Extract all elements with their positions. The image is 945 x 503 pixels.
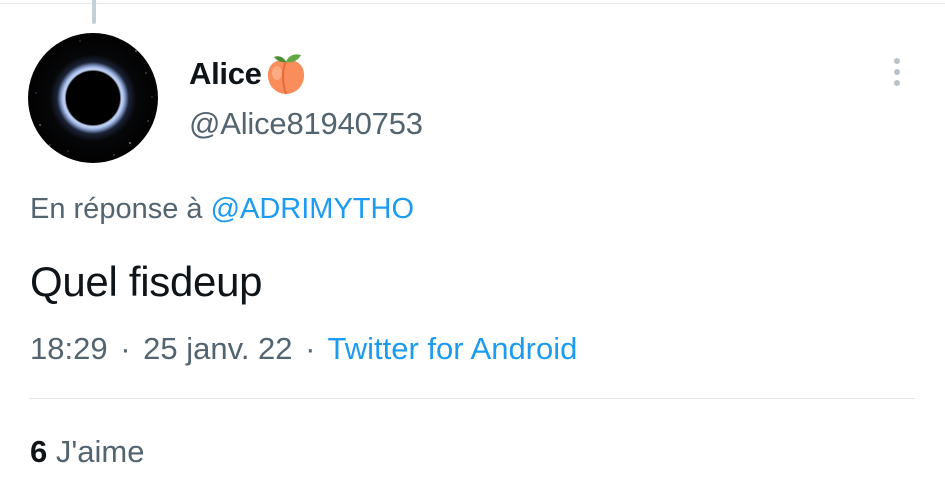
stats-divider [30,398,915,399]
top-divider [0,3,945,4]
likes-stat[interactable]: 6 J'aime [30,434,145,470]
avatar-black-hole-image [28,33,158,163]
separator-dot: · [120,331,131,366]
tweet-text: Quel fisdeup [30,258,263,305]
reply-prefix: En réponse à [30,193,203,225]
thread-connector-line [92,0,96,24]
peach-icon [263,52,309,96]
avatar[interactable] [28,33,158,163]
separator-dot: · [305,331,316,366]
display-name[interactable]: Alice [189,56,262,92]
tweet-source-link[interactable]: Twitter for Android [328,331,578,366]
likes-label: J'aime [55,434,145,469]
likes-count: 6 [30,434,48,469]
reply-context: En réponse à @ADRIMYTHO [30,193,414,226]
reply-to-mention-link[interactable]: @ADRIMYTHO [211,193,414,225]
author-handle[interactable]: @Alice81940753 [189,106,423,142]
tweet-date[interactable]: 25 janv. 22 [143,331,292,366]
author-name-row[interactable]: Alice [189,52,309,96]
more-options-icon[interactable] [887,55,907,91]
tweet-time[interactable]: 18:29 [30,331,108,366]
tweet-metadata: 18:29 · 25 janv. 22 · Twitter for Androi… [30,331,577,367]
